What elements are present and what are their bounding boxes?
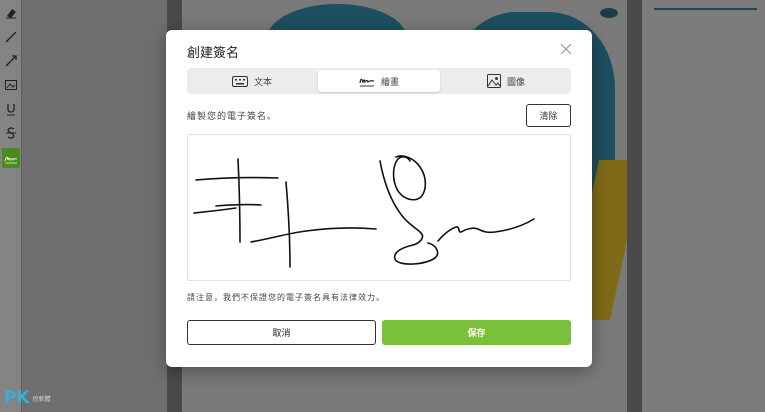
tab-draw[interactable]: 繪畫 (318, 70, 440, 92)
signature-tool-icon[interactable] (2, 148, 20, 168)
right-panel (642, 0, 765, 412)
dialog-title: 創建簽名 (187, 46, 240, 61)
legal-notice: 請注意，我們不保證您的電子簽名具有法律效力。 (187, 293, 385, 302)
clear-button[interactable]: 清除 (526, 104, 571, 127)
arrow-tool-icon[interactable] (2, 52, 20, 70)
signature-mode-tabs: 文本 繪畫 圖像 (187, 68, 571, 94)
signature-strokes (193, 155, 535, 268)
line-tool-icon[interactable] (2, 28, 20, 46)
strikethrough-tool-icon[interactable] (2, 124, 20, 142)
watermark-logo: PK (4, 388, 30, 408)
tab-text-label: 文本 (253, 77, 272, 88)
draw-instruction: 繪製您的電子簽名。 (187, 112, 278, 122)
cancel-button[interactable]: 取消 (187, 320, 376, 345)
doc-graphic-dot (600, 8, 618, 18)
workspace-area (22, 0, 167, 412)
signature-icon (359, 75, 375, 87)
eraser-tool-icon[interactable] (2, 4, 20, 22)
tab-text[interactable]: 文本 (189, 70, 315, 92)
right-panel-divider (654, 8, 757, 10)
page-gutter-right (627, 0, 642, 412)
tab-image-label: 圖像 (506, 77, 525, 88)
keyboard-icon (231, 75, 248, 87)
create-signature-dialog: 創建簽名 文本 繪畫 圖像 繪製您的電子簽名。 清除 請注意，我們不保證您的電子… (166, 30, 592, 367)
signature-drawing-pad[interactable] (187, 134, 571, 281)
image-tool-icon[interactable] (2, 76, 20, 94)
left-toolbar (0, 0, 22, 412)
tab-image[interactable]: 圖像 (443, 70, 569, 92)
watermark-text: 挖軟體 (32, 395, 51, 403)
save-button[interactable]: 保存 (382, 320, 571, 345)
tab-draw-label: 繪畫 (380, 77, 399, 88)
watermark: PK 挖軟體 (4, 388, 51, 408)
underline-tool-icon[interactable] (2, 100, 20, 118)
close-icon[interactable] (558, 42, 574, 58)
image-icon (486, 74, 501, 88)
